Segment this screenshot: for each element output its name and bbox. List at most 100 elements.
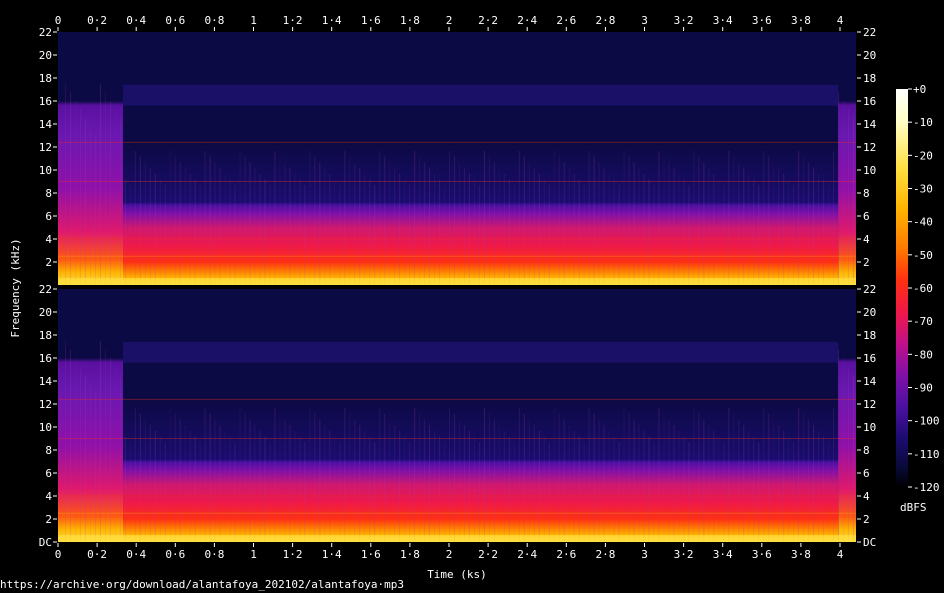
x-tick-label-bottom: 1·8 bbox=[400, 548, 420, 561]
x-axis-label: Time (ks) bbox=[427, 568, 487, 581]
y-tick-label-left: 18 bbox=[39, 72, 52, 85]
x-tick-label-top: 0·2 bbox=[87, 14, 107, 27]
y-tick-label-right: 8 bbox=[863, 187, 870, 200]
x-tick-label-bottom: 0 bbox=[55, 548, 62, 561]
low-freq-floor bbox=[58, 278, 856, 285]
colorbar: +0 -10 -20 -30 -40 -50 -60 -70 -80 -90 -100 -110 -12… bbox=[896, 83, 940, 514]
x-tick-label-top: 3·4 bbox=[713, 14, 733, 27]
y-tick-label-left: 18 bbox=[39, 329, 52, 342]
x-tick-label-top: 1·8 bbox=[400, 14, 420, 27]
x-tick-label-bottom: 1·4 bbox=[322, 548, 342, 561]
y-tick-label-right: 16 bbox=[863, 95, 876, 108]
y-tick-label-left: 10 bbox=[39, 421, 52, 434]
segment-2-shelf bbox=[123, 341, 839, 363]
y-tick-label-left: 4 bbox=[45, 490, 52, 503]
y-tick-label-left: 2 bbox=[45, 256, 52, 269]
y-tick-label-left: 6 bbox=[45, 467, 52, 480]
y-tick-label-left: 2 bbox=[45, 513, 52, 526]
x-tick-label-bottom: 1·2 bbox=[283, 548, 303, 561]
x-tick-label-bottom: 0·8 bbox=[204, 548, 224, 561]
colorbar-tick-label: -80 bbox=[913, 348, 933, 361]
y-axis-right: 222018161412108642222018161412108642DC bbox=[857, 26, 877, 549]
colorbar-tick-label: -110 bbox=[913, 448, 940, 461]
y-tick-label-left: 16 bbox=[39, 352, 52, 365]
y-tick-label-right: 12 bbox=[863, 398, 876, 411]
x-tick-label-bottom: 2·2 bbox=[478, 548, 498, 561]
channel-panel-2 bbox=[58, 289, 856, 542]
x-tick-label-top: 2 bbox=[446, 14, 453, 27]
colorbar-label: dBFS bbox=[900, 501, 927, 514]
y-tick-label-left: 22 bbox=[39, 26, 52, 39]
x-axis-top: 0 0·2 0·4 0·6 0·8 1 1·2 1·4 1·6 1·8 2 2·2 2·4 2·6 2·8 3… bbox=[55, 14, 844, 31]
x-tick-label-top: 0·4 bbox=[126, 14, 146, 27]
x-tick-label-bottom: 3·6 bbox=[752, 548, 772, 561]
low-freq-floor bbox=[58, 535, 856, 542]
colorbar-tick-label: +0 bbox=[913, 83, 926, 96]
y-tick-label-left: 4 bbox=[45, 233, 52, 246]
y-tick-label-right: 6 bbox=[863, 467, 870, 480]
x-tick-label-top: 1·6 bbox=[361, 14, 381, 27]
x-tick-label-bottom: 0·6 bbox=[165, 548, 185, 561]
y-tick-label-right: 22 bbox=[863, 283, 876, 296]
y-tick-label-right: 6 bbox=[863, 210, 870, 223]
source-url: https://archive·org/download/alantafoya_… bbox=[0, 578, 404, 591]
x-tick-label-top: 4 bbox=[837, 14, 844, 27]
x-tick-label-bottom: 2·4 bbox=[517, 548, 537, 561]
y-tick-label-left: 8 bbox=[45, 444, 52, 457]
y-axis-left: 222018161412108642222018161412108642DC bbox=[39, 26, 57, 549]
y-tick-label-right: 4 bbox=[863, 490, 870, 503]
colorbar-ticks: +0 -10 -20 -30 -40 -50 -60 -70 -80 -90 -100 -110 -12… bbox=[908, 83, 940, 494]
channel-panel-1 bbox=[58, 32, 856, 285]
x-tick-label-top: 3 bbox=[641, 14, 648, 27]
y-tick-label-right: 12 bbox=[863, 141, 876, 154]
y-tick-label-left: 12 bbox=[39, 398, 52, 411]
y-tick-label-left: 14 bbox=[39, 375, 53, 388]
x-tick-label-bottom: 2 bbox=[446, 548, 453, 561]
x-tick-label-top: 1·2 bbox=[283, 14, 303, 27]
spectrogram-figure: 0 0·2 0·4 0·6 0·8 1 1·2 1·4 1·6 1·8 2 2·2 2·4 2·6 2·8 3… bbox=[9, 14, 940, 581]
colorbar-tick-label: -40 bbox=[913, 216, 933, 229]
colorbar-tick-label: -60 bbox=[913, 282, 933, 295]
y-tick-label-right: 2 bbox=[863, 256, 870, 269]
colorbar-tick-label: -10 bbox=[913, 116, 933, 129]
y-tick-label-right: 14 bbox=[863, 118, 877, 131]
x-tick-label-top: 1 bbox=[250, 14, 257, 27]
x-tick-label-bottom: 3 bbox=[641, 548, 648, 561]
y-tick-label-left: 16 bbox=[39, 95, 52, 108]
x-tick-label-bottom: 2·8 bbox=[595, 548, 615, 561]
x-tick-label-bottom: 2·6 bbox=[556, 548, 576, 561]
y-tick-label-right: 22 bbox=[863, 26, 876, 39]
y-tick-label-right: 20 bbox=[863, 49, 876, 62]
x-tick-label-bottom: 3·2 bbox=[674, 548, 694, 561]
spectrogram-panels bbox=[58, 32, 856, 542]
y-tick-label-left: DC bbox=[39, 536, 52, 549]
colorbar-gradient bbox=[896, 89, 908, 487]
x-axis-bottom: 0 0·2 0·4 0·6 0·8 1 1·2 1·4 1·6 1·8 2 2·2 2·4 2·6 2·8 3… bbox=[55, 543, 844, 561]
x-tick-label-top: 2·2 bbox=[478, 14, 498, 27]
x-tick-label-top: 2·4 bbox=[517, 14, 537, 27]
colorbar-tick-label: -30 bbox=[913, 183, 933, 196]
x-tick-label-bottom: 1·6 bbox=[361, 548, 381, 561]
y-tick-label-left: 20 bbox=[39, 306, 52, 319]
y-tick-label-right: 18 bbox=[863, 329, 876, 342]
y-tick-label-left: 6 bbox=[45, 210, 52, 223]
y-tick-label-right: 4 bbox=[863, 233, 870, 246]
x-tick-label-top: 2·6 bbox=[556, 14, 576, 27]
y-tick-label-left: 22 bbox=[39, 283, 52, 296]
x-tick-label-bottom: 0·4 bbox=[126, 548, 146, 561]
y-tick-label-right: 18 bbox=[863, 72, 876, 85]
colorbar-tick-label: -90 bbox=[913, 382, 933, 395]
y-tick-label-right: 10 bbox=[863, 164, 876, 177]
y-tick-label-right: DC bbox=[863, 536, 876, 549]
x-tick-label-top: 1·4 bbox=[322, 14, 342, 27]
y-tick-label-right: 10 bbox=[863, 421, 876, 434]
colorbar-tick-label: -20 bbox=[913, 149, 933, 162]
x-tick-label-top: 3·6 bbox=[752, 14, 772, 27]
x-tick-label-top: 0·6 bbox=[165, 14, 185, 27]
x-tick-label-bottom: 0·2 bbox=[87, 548, 107, 561]
y-tick-label-left: 8 bbox=[45, 187, 52, 200]
x-tick-label-top: 3·8 bbox=[791, 14, 811, 27]
y-tick-label-right: 8 bbox=[863, 444, 870, 457]
y-tick-label-left: 14 bbox=[39, 118, 53, 131]
y-tick-label-right: 2 bbox=[863, 513, 870, 526]
